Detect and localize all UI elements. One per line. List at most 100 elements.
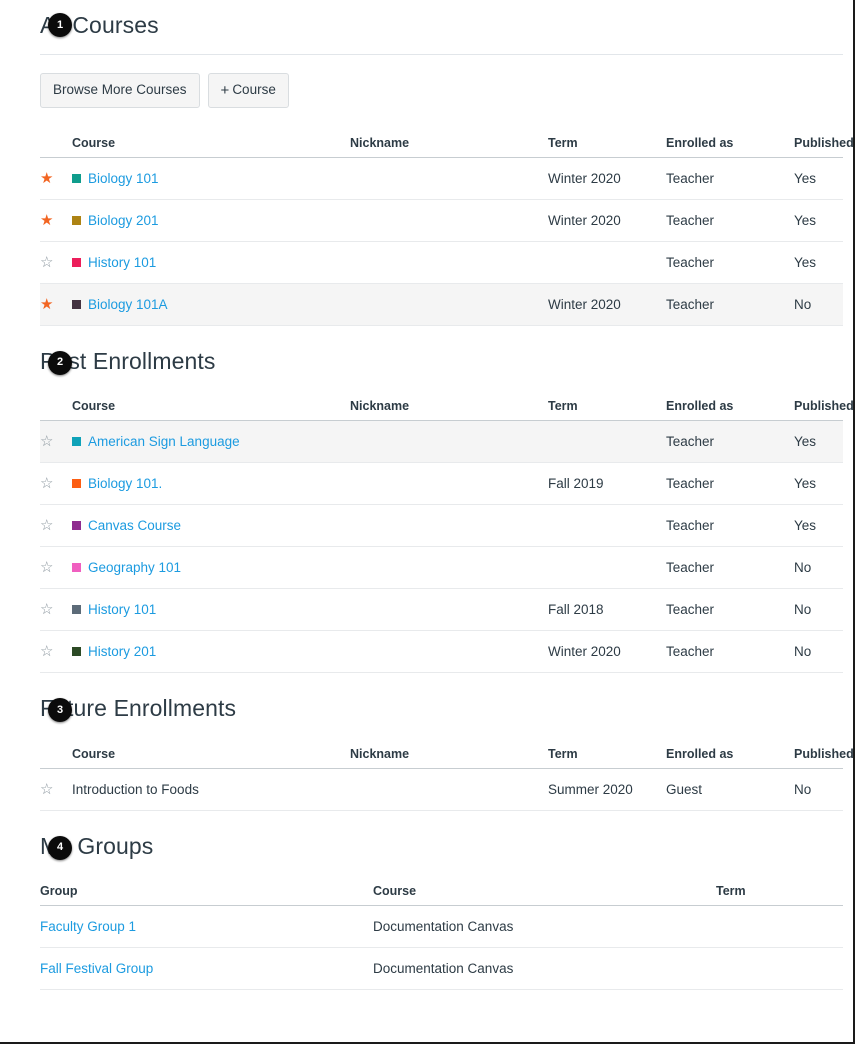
favorite-cell: ★: [40, 283, 72, 326]
col-header-term: Term: [716, 878, 843, 907]
course-cell: American Sign Language: [72, 420, 350, 464]
col-header-course: Course: [72, 393, 350, 422]
all-courses-toolbar: Browse More Courses + Course: [40, 55, 843, 108]
group-course-cell: Documentation Canvas: [373, 947, 716, 991]
star-outline-icon[interactable]: ☆: [40, 602, 56, 617]
course-cell: History 101: [72, 241, 350, 284]
col-favorite: [40, 393, 72, 422]
past-enrollments-table: Course Nickname Term Enrolled as Publish…: [40, 393, 854, 674]
page-title-past-enrollments: Past Enrollments: [40, 347, 216, 374]
col-header-course: Course: [72, 740, 350, 769]
course-link[interactable]: Geography 101: [88, 560, 181, 575]
my-groups-table-body: Faculty Group 1 Documentation Canvas Fall …: [40, 905, 843, 991]
nickname-cell: [350, 241, 548, 284]
course-link[interactable]: Biology 101: [88, 171, 159, 186]
enrolled-as-cell: Guest: [666, 768, 794, 811]
favorite-cell: ☆: [40, 588, 72, 632]
col-header-enrolled-as: Enrolled as: [666, 393, 794, 422]
course-color-swatch: [72, 563, 81, 573]
nickname-cell: [350, 630, 548, 674]
nickname-cell: [350, 462, 548, 506]
course-color-swatch: [72, 299, 81, 309]
table-row: ★ Biology 101A Winter 2020 Teacher No: [40, 283, 843, 326]
nickname-cell: [350, 199, 548, 242]
table-header-row: Course Nickname Term Enrolled as Publish…: [40, 393, 854, 422]
callout-badge-4-number: 4: [56, 841, 64, 854]
col-header-course: Course: [373, 878, 716, 907]
favorite-cell: ☆: [40, 768, 72, 811]
favorite-cell: ☆: [40, 420, 72, 464]
published-cell: Yes: [794, 199, 843, 242]
course-cell: Biology 101: [72, 157, 350, 200]
group-term-cell: [716, 947, 843, 991]
table-row: ☆ Introduction to Foods Summer 2020 Guest No: [40, 768, 843, 811]
enrolled-as-cell: Teacher: [666, 630, 794, 674]
add-course-button-label: Course: [232, 81, 276, 97]
course-cell: History 101: [72, 588, 350, 632]
browse-more-courses-button[interactable]: Browse More Courses: [40, 72, 200, 108]
table-row: ☆ American Sign Language Teacher Yes: [40, 420, 843, 464]
course-link[interactable]: Canvas Course: [88, 518, 181, 533]
course-color-swatch: [72, 215, 81, 225]
callout-badge-2: 2: [48, 350, 72, 375]
table-row: ☆ Biology 101. Fall 2019 Teacher Yes: [40, 462, 843, 506]
page-title-all-courses: All Courses: [40, 12, 159, 38]
favorite-cell: ★: [40, 157, 72, 200]
enrolled-as-cell: Teacher: [666, 157, 794, 200]
add-course-button[interactable]: + Course: [207, 72, 289, 108]
future-enrollments-table: Course Nickname Term Enrolled as Publish…: [40, 740, 854, 811]
star-outline-icon[interactable]: ☆: [40, 255, 56, 270]
star-filled-icon[interactable]: ★: [40, 297, 56, 312]
star-outline-icon[interactable]: ☆: [40, 560, 56, 575]
enrolled-as-cell: Teacher: [666, 504, 794, 548]
course-cell: Introduction to Foods: [72, 768, 350, 811]
callout-badge-4: 4: [48, 835, 72, 860]
course-cell: Biology 101.: [72, 462, 350, 506]
star-filled-icon[interactable]: ★: [40, 171, 56, 186]
star-outline-icon[interactable]: ☆: [40, 476, 56, 491]
favorite-cell: ☆: [40, 241, 72, 284]
group-term-cell: [716, 905, 843, 949]
table-header-row: Course Nickname Term Enrolled as Publish…: [40, 740, 854, 769]
course-cell: Canvas Course: [72, 504, 350, 548]
table-row: ★ Biology 101 Winter 2020 Teacher Yes: [40, 157, 843, 200]
callout-badge-2-number: 2: [56, 356, 64, 369]
col-header-enrolled-as: Enrolled as: [666, 740, 794, 769]
course-color-swatch: [72, 173, 81, 183]
section-all-courses: 1 All Courses Browse More Courses + Cours…: [40, 0, 854, 326]
favorite-cell: ☆: [40, 462, 72, 506]
term-cell: Winter 2020: [548, 283, 666, 326]
group-cell: Faculty Group 1: [40, 905, 373, 949]
callout-badge-1-number: 1: [56, 18, 64, 31]
table-header-row: Group Course Term: [40, 878, 843, 907]
enrolled-as-cell: Teacher: [666, 283, 794, 326]
star-outline-icon[interactable]: ☆: [40, 644, 56, 659]
course-cell: Biology 201: [72, 199, 350, 242]
course-link[interactable]: History 201: [88, 644, 156, 659]
course-link[interactable]: History 101: [88, 255, 156, 270]
page-title-future-enrollments: Future Enrollments: [40, 695, 237, 722]
published-cell: Yes: [794, 504, 843, 548]
course-link[interactable]: Biology 201: [88, 213, 159, 228]
nickname-cell: [350, 283, 548, 326]
star-outline-icon[interactable]: ☆: [40, 782, 56, 797]
course-link[interactable]: Biology 101.: [88, 476, 162, 491]
table-row: ☆ History 201 Winter 2020 Teacher No: [40, 630, 843, 674]
group-link[interactable]: Faculty Group 1: [40, 919, 136, 934]
group-link[interactable]: Fall Festival Group: [40, 961, 153, 976]
my-groups-table: Group Course Term Faculty Group 1 Documen…: [40, 878, 843, 991]
col-favorite: [40, 740, 72, 769]
col-header-nickname: Nickname: [350, 740, 548, 769]
star-outline-icon[interactable]: ☆: [40, 434, 56, 449]
callout-badge-3-number: 3: [56, 703, 64, 716]
table-row: ☆ Geography 101 Teacher No: [40, 546, 843, 590]
course-link[interactable]: History 101: [88, 602, 156, 617]
course-link[interactable]: Biology 101A: [88, 297, 168, 312]
nickname-cell: [350, 157, 548, 200]
table-row: ☆ History 101 Teacher Yes: [40, 241, 843, 284]
star-filled-icon[interactable]: ★: [40, 213, 56, 228]
table-row: Faculty Group 1 Documentation Canvas: [40, 905, 843, 949]
course-link[interactable]: American Sign Language: [88, 434, 240, 449]
star-outline-icon[interactable]: ☆: [40, 518, 56, 533]
course-color-swatch: [72, 257, 81, 267]
